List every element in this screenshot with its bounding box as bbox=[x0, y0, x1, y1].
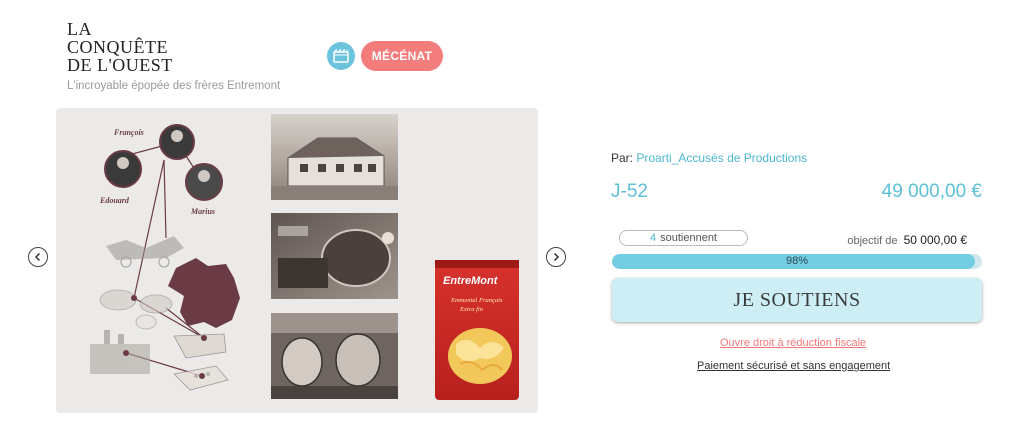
project-image-carousel[interactable]: François Edouard Marius EntreMont Emment… bbox=[56, 108, 538, 413]
page-subtitle: L'incroyable épopée des frères Entremont bbox=[67, 80, 281, 92]
package-brand: EntreMont bbox=[443, 275, 499, 287]
product-package: EntreMont Emmental Français Extra fin bbox=[435, 260, 519, 400]
author-link[interactable]: Proarti_Accusés de Productions bbox=[636, 151, 807, 165]
map-illustration: François Edouard Marius bbox=[90, 124, 240, 391]
project-image: François Edouard Marius EntreMont Emment… bbox=[90, 114, 519, 400]
film-icon bbox=[333, 49, 349, 63]
title-line-2: CONQUÊTE bbox=[67, 37, 168, 57]
title-line-1: LA bbox=[67, 19, 92, 39]
chevron-right-icon bbox=[553, 252, 560, 262]
photo-workers bbox=[271, 213, 398, 299]
goal-label: objectif de bbox=[847, 235, 898, 247]
label-marius: Marius bbox=[190, 207, 215, 216]
tax-reduction-link[interactable]: Ouvre droit à réduction fiscale bbox=[720, 337, 866, 349]
funding-goal: objectif de 50 000,00 € bbox=[847, 233, 967, 247]
label-edouard: Edouard bbox=[99, 196, 130, 205]
photo-house bbox=[271, 114, 398, 200]
days-left: J-52 bbox=[611, 181, 648, 202]
chevron-left-icon bbox=[34, 252, 41, 262]
photo-factory bbox=[271, 313, 398, 399]
supporters-badge[interactable]: 4 soutiennent bbox=[619, 230, 748, 246]
package-line-1: Emmental Français bbox=[450, 297, 503, 304]
film-button[interactable] bbox=[327, 42, 355, 70]
supporters-label: soutiennent bbox=[660, 232, 717, 244]
package-line-2: Extra fin bbox=[459, 306, 483, 313]
title-line-3: DE L'OUEST bbox=[67, 55, 173, 75]
page-title: LA CONQUÊTE DE L'OUEST bbox=[67, 20, 173, 74]
collected-amount: 49 000,00 € bbox=[881, 181, 982, 202]
secure-payment-link[interactable]: Paiement sécurisé et sans engagement bbox=[697, 360, 890, 372]
supporters-count: 4 bbox=[649, 232, 657, 244]
project-author-line: Par: Proarti_Accusés de Productions bbox=[611, 151, 807, 165]
progress-label: 98% bbox=[785, 255, 809, 267]
support-button[interactable]: JE SOUTIENS bbox=[612, 278, 982, 322]
mecenat-button[interactable]: MÉCÉNAT bbox=[361, 41, 443, 71]
by-label: Par: bbox=[611, 151, 634, 165]
carousel-next-button[interactable] bbox=[546, 247, 566, 267]
funding-progress-bar: 98% bbox=[612, 254, 982, 269]
goal-amount: 50 000,00 € bbox=[903, 233, 967, 247]
label-francois: François bbox=[113, 128, 144, 137]
carousel-prev-button[interactable] bbox=[28, 247, 48, 267]
